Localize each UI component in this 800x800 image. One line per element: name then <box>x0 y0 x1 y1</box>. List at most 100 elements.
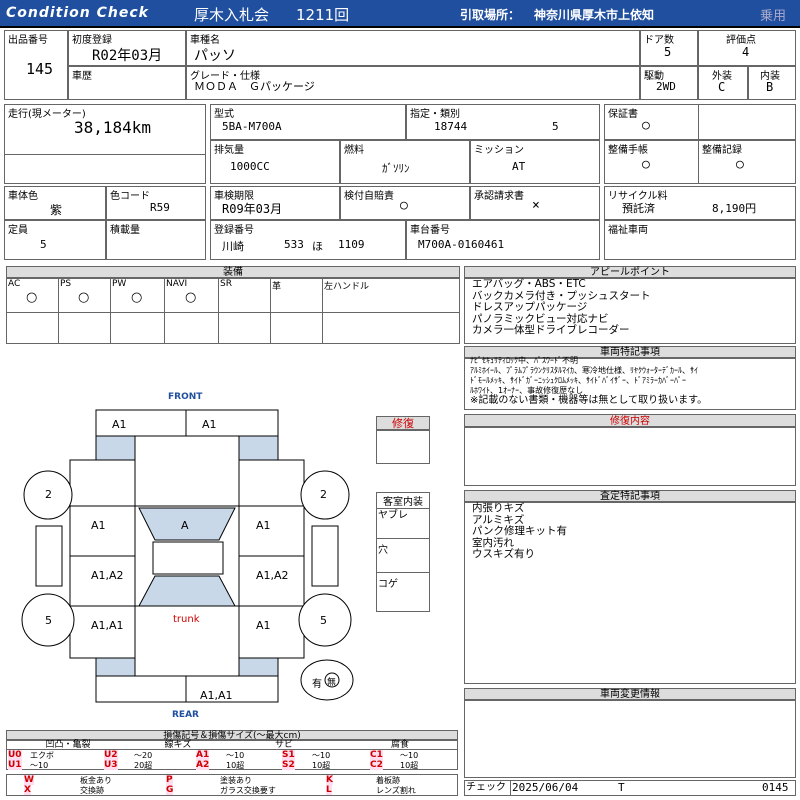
score-value: 4 <box>742 45 750 59</box>
recycle-fee: 8,190円 <box>712 202 757 215</box>
recycle-status: 預託済 <box>622 202 655 215</box>
history-label: 車歴 <box>72 71 92 82</box>
model-name-value: パッソ <box>194 48 236 64</box>
int-value: B <box>766 80 774 94</box>
mark-roof: A <box>181 519 189 532</box>
color-code-label: 色コード <box>110 191 150 202</box>
designation-label: 指定・類別 <box>410 109 460 120</box>
right-headlight <box>238 435 279 461</box>
score-label: 評価点 <box>726 35 756 46</box>
ext-value: C <box>718 80 726 94</box>
spare-value: 無 <box>327 678 337 688</box>
legend2-code: K <box>326 775 333 785</box>
mark-qtr-r: A1 <box>256 619 271 632</box>
model-name-label: 車種名 <box>190 35 220 46</box>
legend2-text: ガラス交換要す <box>220 786 276 795</box>
repair-content-header: 修復内容 <box>464 414 796 427</box>
color-label: 車体色 <box>8 191 38 202</box>
interior-item: ヤブレ <box>378 510 408 521</box>
mark-wheel-rr: 5 <box>320 614 327 627</box>
repair-box <box>376 430 430 464</box>
legend-text: 10超 <box>226 761 245 770</box>
grade-value: ＭＯＤＡ Ｇパッケージ <box>194 80 315 93</box>
fuel-label: 燃料 <box>344 145 364 156</box>
displacement-label: 排気量 <box>214 145 244 156</box>
approval-label: 承認請求書 <box>474 191 524 202</box>
mark-wheel-fl: 2 <box>45 488 52 501</box>
mark-wheel-rl: 5 <box>45 614 52 627</box>
right-front-door <box>238 505 305 557</box>
lot-number: 145 <box>26 60 54 78</box>
trunk-label: trunk <box>173 614 200 625</box>
hood <box>134 435 240 507</box>
special-line: ｱﾙﾐﾎｲｰﾙ、ﾌﾟﾗﾑﾌﾟﾗｳﾝｸﾘｽﾀﾙﾏｲｶ、寒冷地仕様、ﾘﾔｸｳｫｰﾀｰ… <box>470 366 698 375</box>
legend2-code: W <box>24 775 34 785</box>
lot-label: 出品番号 <box>8 35 48 46</box>
interior-item: 穴 <box>378 545 388 556</box>
legend-code: A1 <box>196 750 210 760</box>
note-line: 内張りキズ <box>472 502 525 514</box>
load-label: 積載量 <box>110 225 140 236</box>
legend-code: U0 <box>8 750 22 760</box>
legend2-code: L <box>326 785 332 795</box>
displacement-value: 1000CC <box>230 160 270 173</box>
warranty-value: ○ <box>642 118 650 133</box>
repair-content-box <box>464 427 796 486</box>
legend2-code: G <box>166 785 174 795</box>
left-quarter <box>69 605 136 659</box>
mileage-value: 38,184km <box>74 118 152 137</box>
equipment-box <box>6 278 460 344</box>
roof <box>152 541 224 575</box>
fuel-value: ｶﾞｿﾘﾝ <box>382 162 410 175</box>
model-name-box <box>186 30 640 66</box>
legend-code: U2 <box>104 750 118 760</box>
legend-code: C2 <box>370 760 383 770</box>
maint-record-label: 整備記録 <box>702 145 742 156</box>
reg-class: 533 <box>284 238 304 251</box>
change-header: 車両変更情報 <box>464 688 796 700</box>
mark-qtr-l: A1,A1 <box>91 619 124 632</box>
legend-group: 腐食 <box>390 740 409 750</box>
appeal-header: アピールポイント <box>464 266 796 278</box>
doors-label: ドア数 <box>644 35 674 46</box>
legend2-text: 交換跡 <box>80 786 104 795</box>
legend-group: 凹凸・亀裂 <box>45 740 91 750</box>
mark-rear-bumper: A1,A1 <box>200 689 233 702</box>
reg-kana: ほ <box>312 240 323 253</box>
repair-label: 修復 <box>376 416 430 430</box>
legend-code: U1 <box>8 760 22 770</box>
check-date: 2025/06/04 <box>512 781 579 794</box>
mark-front-right: A1 <box>202 418 217 431</box>
mission-label: ミッション <box>474 145 524 156</box>
right-quarter <box>238 605 305 659</box>
equip-value: ○ <box>185 290 197 305</box>
vin-value: M700A-0160461 <box>418 238 505 251</box>
equip-label: 左ハンドル <box>324 282 370 292</box>
brand-title: Condition Check <box>6 5 149 21</box>
legend2-text: レンズ割れ <box>376 786 416 795</box>
note-line: ウスキズ有り <box>472 548 535 560</box>
legend-text: 10超 <box>400 761 419 770</box>
doors-value: 5 <box>664 45 672 59</box>
welfare-label: 福祉車両 <box>608 225 648 236</box>
special-line: ※記載のない書類・機器等は無として取り扱います。 <box>470 395 708 406</box>
rear-window <box>138 575 236 607</box>
special-line: ﾄﾞﾓｰﾙﾒｯｷ、ｻｲﾄﾞｶﾞｰﾆｯｼｭｸﾛﾑﾒｯｷ、ｻｲﾄﾞﾊﾞｲｻﾞｰ、ﾄﾞ… <box>470 376 686 385</box>
appeal-line: ドレスアップパッケージ <box>472 301 588 313</box>
legend-header: 損傷記号＆損傷サイズ(〜最大cm) <box>6 730 458 741</box>
vin-label: 車台番号 <box>410 225 450 236</box>
notes-header: 査定特記事項 <box>464 490 796 502</box>
self-cert-value: ○ <box>400 198 408 213</box>
auction-session: 1211回 <box>296 6 350 24</box>
equipment-header: 装備 <box>6 266 460 278</box>
class-value: 5 <box>552 120 559 133</box>
appeal-line: カメラ一体型ドライブレコーダー <box>472 324 630 336</box>
legend-code: A2 <box>196 760 210 770</box>
capacity-label: 定員 <box>8 225 28 236</box>
first-reg-value: R02年03月 <box>92 48 163 64</box>
reg-num: 1109 <box>338 238 365 251</box>
left-headlight <box>95 435 136 461</box>
designation-value: 18744 <box>434 120 468 133</box>
pickup-label: 引取場所： <box>460 8 521 22</box>
mark-door-lf: A1 <box>91 519 106 532</box>
